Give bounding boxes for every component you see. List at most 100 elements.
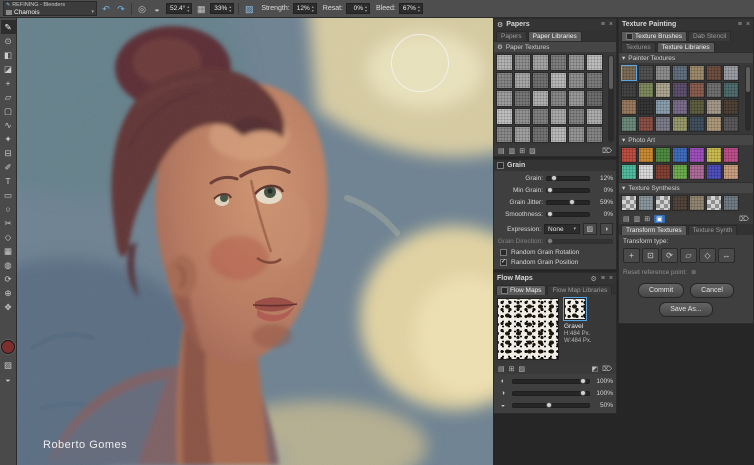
paper-texture-swatch[interactable] <box>514 54 531 71</box>
painter-texture-swatch[interactable] <box>706 65 722 81</box>
paper-texture-swatch[interactable] <box>550 72 567 89</box>
painter-texture-swatch[interactable] <box>672 82 688 98</box>
paper-texture-swatch[interactable] <box>586 126 603 143</box>
shape-rect-tool[interactable]: ▭ <box>1 188 16 202</box>
save-as-button[interactable]: Save As... <box>659 302 713 317</box>
paper-texture-swatch[interactable] <box>496 54 513 71</box>
brush-selector[interactable]: ✎ REFINING - Blenders Chamois ▾ <box>3 1 97 16</box>
flip-transform-icon[interactable]: ↔ <box>718 248 735 263</box>
stepper-icons[interactable]: ▴▾ <box>312 5 314 13</box>
scale-transform-icon[interactable]: ⊡ <box>642 248 659 263</box>
lasso-tool[interactable]: ∿ <box>1 118 16 132</box>
paper-texture-swatch[interactable] <box>568 54 585 71</box>
photo-art-swatch[interactable] <box>672 164 688 180</box>
crop-tool[interactable]: ⊟ <box>1 146 16 160</box>
slider-thumb[interactable] <box>547 187 553 193</box>
delete-flow-map-button[interactable]: ⌦ <box>602 365 612 373</box>
paper-texture-swatch[interactable] <box>532 90 549 107</box>
paper-texture-swatch[interactable] <box>496 72 513 89</box>
marquee-tool[interactable]: ▢ <box>1 104 16 118</box>
flow-map-library-icon[interactable]: ▤ <box>498 365 505 373</box>
scrollbar-thumb[interactable] <box>609 56 613 89</box>
texture-synthesis-swatch[interactable] <box>672 195 688 211</box>
close-icon[interactable]: × <box>609 275 613 283</box>
min-grain-slider[interactable] <box>546 188 590 193</box>
strength-field[interactable]: 12% ▴▾ <box>293 3 317 14</box>
photo-art-swatch[interactable] <box>655 147 671 163</box>
flow-slider[interactable] <box>512 379 590 384</box>
tab-paper-libraries[interactable]: Paper Libraries <box>528 31 582 41</box>
magic-wand-tool[interactable]: ✦ <box>1 132 16 146</box>
cancel-button[interactable]: Cancel <box>690 283 734 298</box>
random-grain-position-checkbox[interactable]: ✓ <box>500 259 507 266</box>
texture-synthesis-swatch[interactable] <box>638 195 654 211</box>
grain-enable-checkbox[interactable] <box>497 162 504 169</box>
smoothness-slider[interactable] <box>546 212 590 217</box>
slider-thumb[interactable] <box>569 199 575 205</box>
slider-thumb[interactable] <box>547 211 553 217</box>
texture-synthesis-swatch[interactable] <box>689 195 705 211</box>
brush-angle-field[interactable]: 52.4° ▴▾ <box>166 3 192 14</box>
flow-selector-icon[interactable]: ◒ <box>1 372 16 386</box>
painter-texture-swatch[interactable] <box>706 99 722 115</box>
stepper-icons[interactable]: ▴▾ <box>187 5 189 13</box>
paper-library-alt-icon[interactable]: ▥ <box>509 147 516 155</box>
paper-texture-swatch[interactable] <box>550 54 567 71</box>
random-grain-position-row[interactable]: ✓ Random Grain Position <box>494 257 616 269</box>
paper-texture-swatch[interactable] <box>568 126 585 143</box>
tab-flow-map-libraries[interactable]: Flow Map Libraries <box>547 285 612 295</box>
flow-map-preview[interactable] <box>497 298 559 360</box>
reference-point-icon[interactable]: ⊕ <box>691 268 696 276</box>
new-paper-button[interactable]: ⊞ <box>519 147 525 155</box>
commit-button[interactable]: Commit <box>638 283 684 298</box>
slider-thumb[interactable] <box>546 402 552 408</box>
bleed-field[interactable]: 67% ▴▾ <box>399 3 423 14</box>
painter-texture-swatch[interactable] <box>638 65 654 81</box>
gear-icon[interactable]: ⚙ <box>591 275 597 283</box>
paper-texture-swatch[interactable] <box>550 108 567 125</box>
tab-texture-synth[interactable]: Texture Synth <box>688 225 738 235</box>
delete-texture-button[interactable]: ⌦ <box>739 215 749 223</box>
close-icon[interactable]: × <box>609 21 613 28</box>
painter-texture-swatch[interactable] <box>689 116 705 132</box>
painter-texture-swatch[interactable] <box>723 99 739 115</box>
expression-pattern-button[interactable]: ▨ <box>583 223 596 235</box>
texture-library-alt-icon[interactable]: ▥ <box>634 215 641 223</box>
paper-texture-swatch[interactable] <box>514 72 531 89</box>
grain-panel-title[interactable]: Grain <box>507 162 525 169</box>
painter-textures-section[interactable]: ▾ Painter Textures <box>619 52 753 63</box>
photo-art-swatch[interactable] <box>689 164 705 180</box>
move-transform-icon[interactable]: + <box>623 248 640 263</box>
tab-texture-libraries[interactable]: Texture Libraries <box>657 42 715 52</box>
photo-art-swatch[interactable] <box>638 147 654 163</box>
text-tool[interactable]: T <box>1 174 16 188</box>
tab-transform-textures[interactable]: Transform Textures <box>621 225 687 235</box>
painter-texture-swatch[interactable] <box>638 116 654 132</box>
painter-texture-swatch[interactable] <box>638 99 654 115</box>
new-flow-map-button[interactable]: ⊞ <box>509 365 515 373</box>
paper-texture-swatch[interactable] <box>568 108 585 125</box>
grain-pattern-icon[interactable]: ▨ <box>243 1 255 17</box>
transform-texture-button[interactable]: ▣ <box>654 215 665 223</box>
scrollbar[interactable] <box>745 66 751 131</box>
shape-pen-tool[interactable]: ✐ <box>1 160 16 174</box>
paint-bucket-tool[interactable]: ◧ <box>1 48 16 62</box>
rotate-page-tool[interactable]: ⟳ <box>1 272 16 286</box>
texture-synthesis-section[interactable]: ▾ Texture Synthesis <box>619 182 753 193</box>
primary-color-swatch[interactable] <box>1 340 15 354</box>
dab-preview-icon[interactable]: ◎ <box>136 1 148 17</box>
scrollbar-thumb[interactable] <box>746 67 750 92</box>
paper-texture-swatch[interactable] <box>532 126 549 143</box>
paper-texture-swatch[interactable] <box>586 72 603 89</box>
flow-slider[interactable] <box>512 391 590 396</box>
texture-library-icon[interactable]: ▤ <box>623 215 630 223</box>
tab-textures[interactable]: Textures <box>621 42 656 52</box>
painter-texture-swatch[interactable] <box>638 82 654 98</box>
paper-texture-swatch[interactable] <box>568 90 585 107</box>
paper-texture-swatch[interactable] <box>568 72 585 89</box>
paper-selector-icon[interactable]: ▨ <box>1 358 16 372</box>
texture-brushes-enable-checkbox[interactable] <box>626 33 633 40</box>
brush-opacity-field[interactable]: 33% ▴▾ <box>210 3 234 14</box>
invert-flow-map-button[interactable]: ◩ <box>591 365 598 373</box>
paper-texture-swatch[interactable] <box>586 90 603 107</box>
